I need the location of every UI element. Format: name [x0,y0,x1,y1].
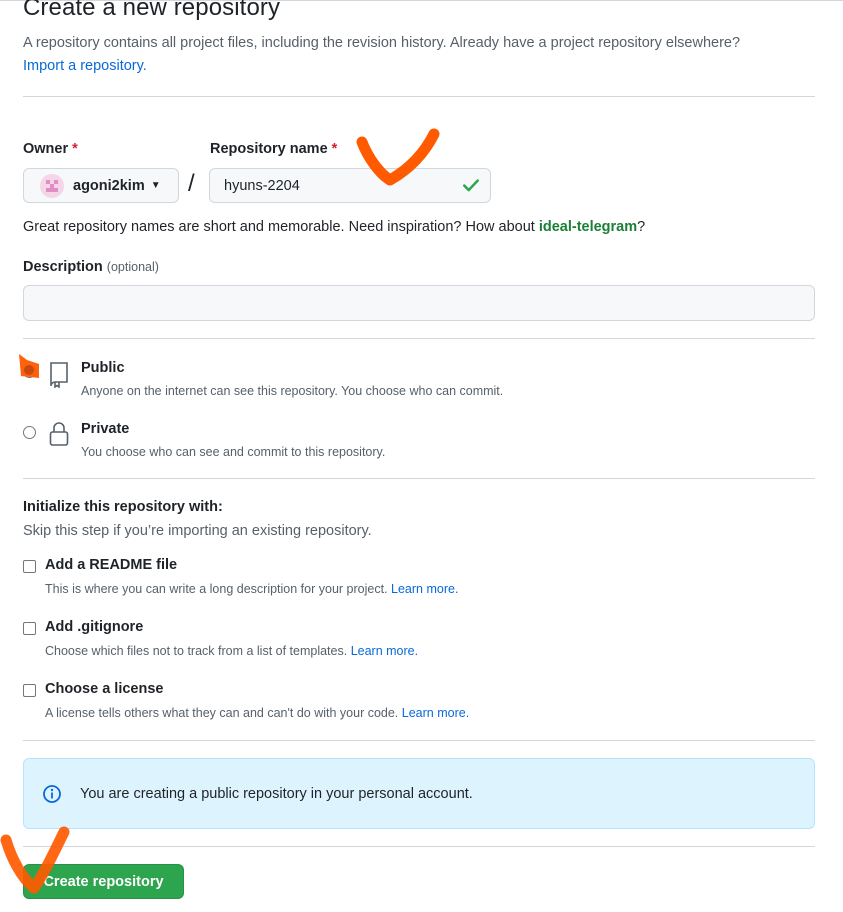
license-checkbox[interactable] [23,684,36,697]
public-description: Anyone on the internet can see this repo… [81,384,504,398]
repo-name-hint: Great repository names are short and mem… [23,219,645,235]
owner-select[interactable]: agoni2kim ▼ [23,168,179,203]
gitignore-desc-text: Choose which files not to track from a l… [45,644,348,658]
license-learn-more-link[interactable]: Learn more. [402,706,469,720]
description-input[interactable] [23,285,815,321]
annotation-check-mark [0,826,70,894]
name-suggestion-link[interactable]: ideal-telegram [539,219,637,235]
required-mark: * [331,141,338,157]
repo-icon [50,362,68,388]
private-title: Private [81,421,130,437]
info-banner: You are creating a public repository in … [23,758,815,829]
description-label: Description (optional) [23,259,159,275]
identicon-icon [46,179,58,192]
license-desc-text: A license tells others what they can and… [45,706,399,720]
readme-checkbox[interactable] [23,560,36,573]
annotation-radio-mark [19,354,39,378]
divider [23,478,815,479]
divider [23,740,815,741]
divider [23,338,815,339]
owner-repo-separator: / [188,170,195,197]
owner-label: Owner * [23,141,78,157]
license-title: Choose a license [45,681,164,697]
divider [23,846,815,847]
repo-name-input[interactable] [209,168,491,203]
info-banner-text: You are creating a public repository in … [80,785,473,802]
chevron-down-icon: ▼ [150,180,161,191]
repo-name-label-text: Repository name [210,141,328,157]
gitignore-checkbox[interactable] [23,622,36,635]
initialize-title: Initialize this repository with: [23,499,223,515]
lock-icon [49,422,69,446]
readme-title: Add a README file [45,557,178,573]
readme-description: This is where you can write a long descr… [45,582,458,596]
owner-label-text: Owner [23,141,69,157]
subtitle-text: A repository contains all project files,… [23,35,741,51]
description-label-text: Description [23,259,103,275]
license-description: A license tells others what they can and… [45,706,469,720]
avatar [40,173,64,198]
private-radio[interactable] [23,426,36,439]
hint-text: Great repository names are short and mem… [23,219,539,235]
public-title: Public [81,360,125,376]
page-subtitle: A repository contains all project files,… [23,32,823,78]
private-description: You choose who can see and commit to thi… [81,445,386,459]
gitignore-learn-more-link[interactable]: Learn more. [351,644,418,658]
info-icon [43,784,61,803]
gitignore-title: Add .gitignore [45,619,144,635]
page-title: Create a new repository [23,0,281,21]
optional-label: (optional) [106,260,159,274]
check-icon [463,179,479,192]
annotation-check-mark [356,128,440,186]
readme-learn-more-link[interactable]: Learn more. [391,582,458,596]
initialize-subtitle: Skip this step if you’re importing an ex… [23,523,372,539]
gitignore-description: Choose which files not to track from a l… [45,644,418,658]
required-mark: * [72,141,78,157]
hint-end: ? [637,219,646,235]
import-repository-link[interactable]: Import a repository. [23,58,147,74]
divider [23,96,815,97]
repo-name-label: Repository name * [210,141,337,157]
readme-desc-text: This is where you can write a long descr… [45,582,388,596]
owner-value: agoni2kim [73,177,145,194]
